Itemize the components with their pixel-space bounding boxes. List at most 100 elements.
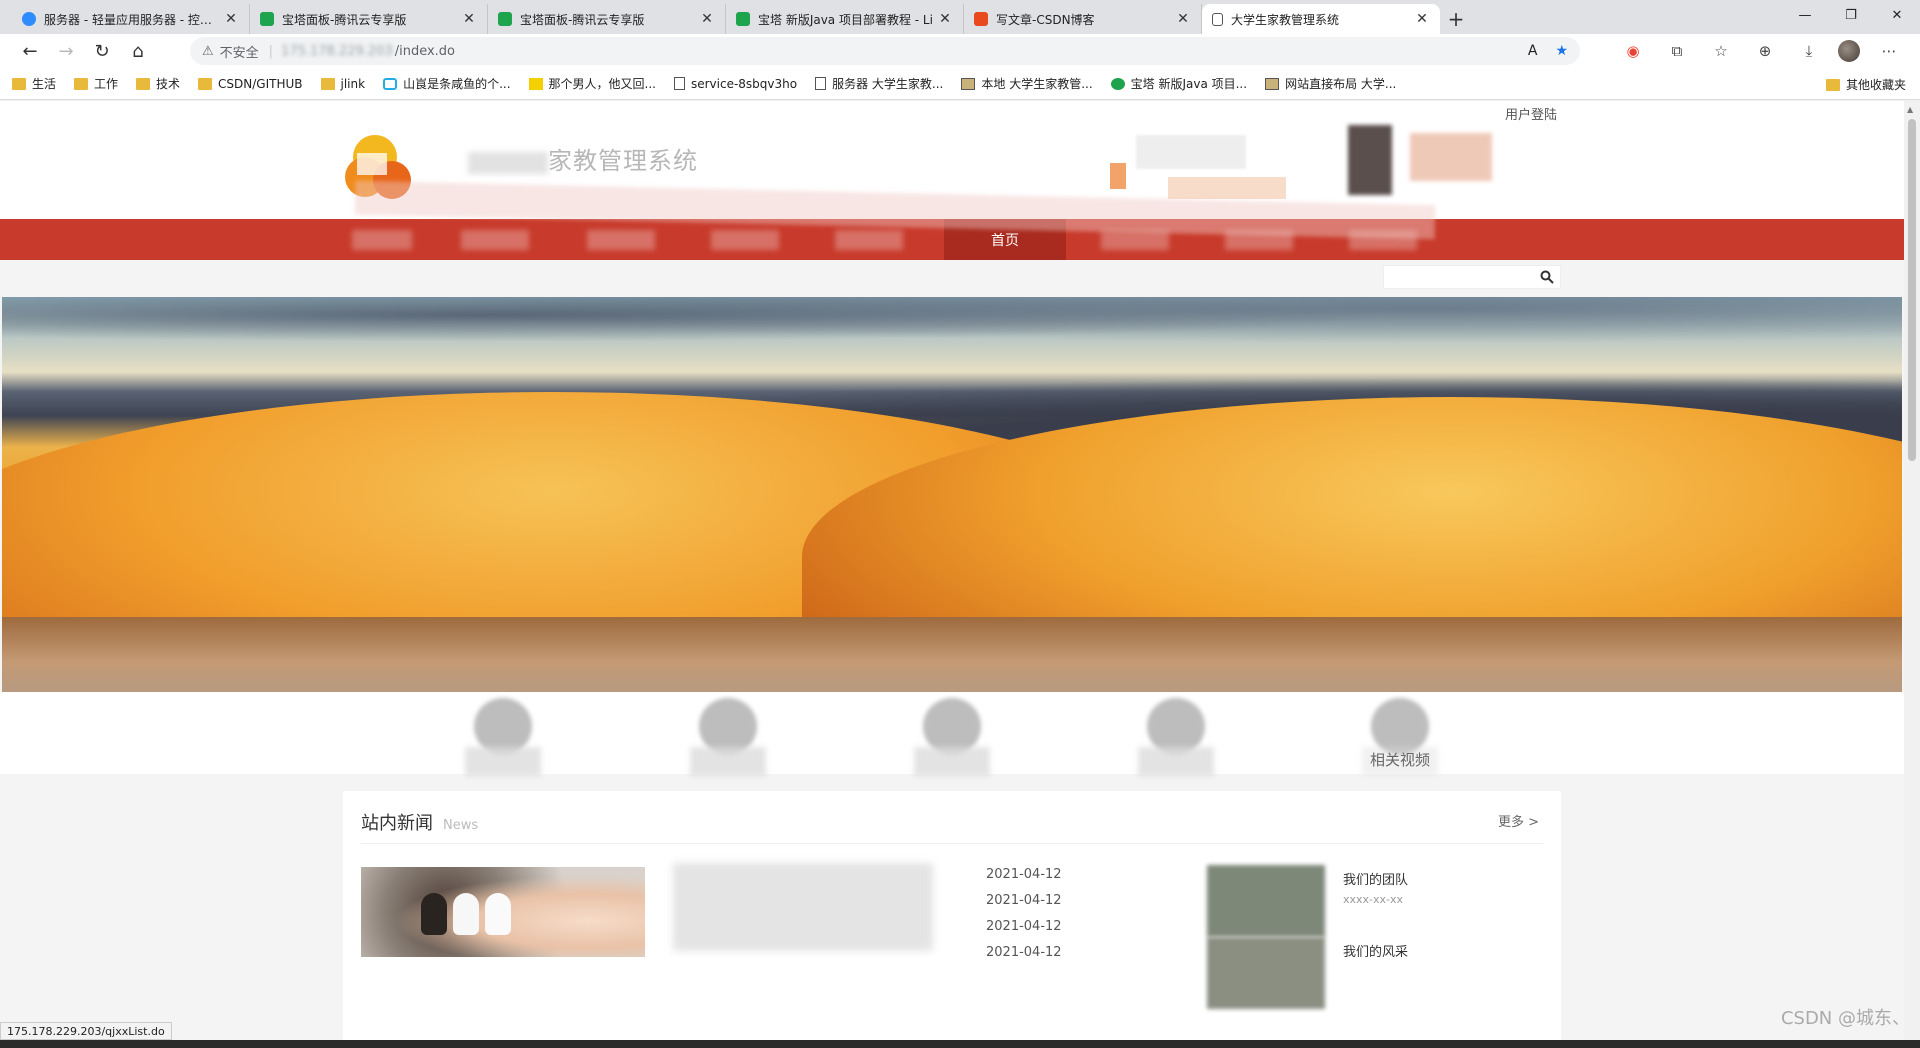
reload-icon[interactable]: ↻ xyxy=(84,36,120,66)
close-window-button[interactable]: ✕ xyxy=(1874,0,1920,30)
warning-icon[interactable]: ⚠ xyxy=(202,44,214,59)
browser-tab[interactable]: 宝塔面板-腾讯云专享版 ✕ xyxy=(250,4,488,34)
new-tab-button[interactable]: + xyxy=(1440,4,1472,34)
bookmark-item[interactable]: 宝塔 新版Java 项目... xyxy=(1110,75,1247,92)
search-icon[interactable] xyxy=(1538,268,1556,286)
hero-banner[interactable] xyxy=(2,297,1902,692)
download-icon[interactable]: ⤓ xyxy=(1794,37,1824,65)
bookmark-label: 工作 xyxy=(94,77,119,91)
feature-link[interactable] xyxy=(1136,698,1216,776)
site-header: 用户登陆 家教管理系统 xyxy=(0,101,1904,219)
list-item[interactable]: 我们的团队 xxxx-xx-xx xyxy=(1207,865,1547,937)
scrollbar[interactable]: ▲ xyxy=(1904,101,1920,1040)
extension-icon[interactable]: ◉ xyxy=(1618,37,1648,65)
restore-button[interactable]: ❐ xyxy=(1828,0,1874,30)
nav-item[interactable] xyxy=(1340,219,1426,260)
news-date-list: 2021-04-12 2021-04-12 2021-04-12 2021-04… xyxy=(986,867,1062,965)
extensions-icon[interactable]: ⧉ xyxy=(1662,37,1692,65)
minimize-button[interactable]: — xyxy=(1782,0,1828,30)
thumbnail[interactable] xyxy=(1207,865,1325,937)
bookmark-item[interactable]: 工作 xyxy=(74,75,118,92)
nav-item-home[interactable]: 首页 xyxy=(944,219,1066,260)
divider: | xyxy=(268,43,274,59)
thumbnail[interactable] xyxy=(1207,937,1325,1009)
nav-item[interactable] xyxy=(702,219,788,260)
news-date: 2021-04-12 xyxy=(986,893,1062,908)
browser-tab[interactable]: 服务器 - 轻量应用服务器 - 控制台 ✕ xyxy=(12,4,250,34)
browser-tab-active[interactable]: 大学生家教管理系统 ✕ xyxy=(1202,4,1440,34)
nav-item[interactable] xyxy=(578,219,664,260)
close-tab-icon[interactable]: ✕ xyxy=(461,11,477,27)
browser-tab[interactable]: 宝塔面板-腾讯云专享版 ✕ xyxy=(488,4,726,34)
favorite-star-icon[interactable]: ★ xyxy=(1555,43,1568,59)
read-aloud-icon[interactable]: A xyxy=(1528,43,1538,59)
folder-icon xyxy=(136,77,151,90)
list-item-title[interactable]: 我们的风采 xyxy=(1343,941,1408,960)
collections-icon[interactable]: ⊕ xyxy=(1750,37,1780,65)
folder-icon xyxy=(198,77,213,90)
nav-item[interactable] xyxy=(1092,219,1178,260)
login-link[interactable]: 用户登陆 xyxy=(1505,104,1557,123)
home-icon[interactable]: ⌂ xyxy=(120,36,156,66)
search-input[interactable] xyxy=(1384,266,1534,288)
scroll-up-icon[interactable]: ▲ xyxy=(1907,105,1913,114)
bookmark-item[interactable]: jlink xyxy=(320,77,365,91)
bookmark-item[interactable]: 本地 大学生家教管... xyxy=(961,75,1093,92)
omnibox-icons: A ★ xyxy=(1528,43,1568,59)
status-bar-url: 175.178.229.203/qjxxList.do xyxy=(0,1022,172,1040)
divider xyxy=(361,843,1543,844)
site-icon xyxy=(528,77,543,90)
favorites-icon[interactable]: ☆ xyxy=(1706,37,1736,65)
bookmark-label: 山峎是条咸鱼的个... xyxy=(403,77,511,91)
bookmark-item[interactable]: 服务器 大学生家教... xyxy=(815,75,943,92)
security-label[interactable]: 不安全 xyxy=(220,42,259,61)
back-icon[interactable]: ← xyxy=(12,36,48,66)
other-bookmarks[interactable]: 其他收藏夹 xyxy=(1825,76,1906,93)
nav-item[interactable] xyxy=(452,219,538,260)
news-date: 2021-04-12 xyxy=(986,867,1062,882)
close-tab-icon[interactable]: ✕ xyxy=(223,11,239,27)
feature-link[interactable] xyxy=(912,698,992,776)
site-logo[interactable] xyxy=(343,131,423,207)
bilibili-icon xyxy=(383,77,398,90)
list-item[interactable]: 我们的风采 xyxy=(1207,937,1547,1009)
close-tab-icon[interactable]: ✕ xyxy=(1175,11,1191,27)
feature-link-videos[interactable]: 相关视频 xyxy=(1360,698,1440,776)
nav-item[interactable] xyxy=(1216,219,1302,260)
nav-item[interactable] xyxy=(352,219,412,260)
news-side-list: 我们的团队 xxxx-xx-xx 我们的风采 xyxy=(1207,865,1547,1009)
cloud-icon xyxy=(22,12,36,26)
feature-link[interactable] xyxy=(463,698,543,776)
bookmark-item[interactable]: CSDN/GITHUB xyxy=(198,76,303,91)
address-bar[interactable]: ⚠ 不安全 | 175.178.229.203 /index.do A ★ xyxy=(190,37,1580,65)
forward-icon[interactable]: → xyxy=(48,36,84,66)
image-icon xyxy=(961,77,976,90)
feature-links: 相关视频 xyxy=(0,692,1904,776)
browser-tab[interactable]: 写文章-CSDN博客 ✕ xyxy=(964,4,1202,34)
close-tab-icon[interactable]: ✕ xyxy=(699,11,715,27)
scrollbar-thumb[interactable] xyxy=(1908,119,1916,461)
news-date: 2021-04-12 xyxy=(986,919,1062,934)
bookmark-item[interactable]: 技术 xyxy=(136,75,180,92)
profile-avatar[interactable] xyxy=(1838,40,1860,62)
close-tab-icon[interactable]: ✕ xyxy=(937,11,953,27)
bookmark-item[interactable]: 生活 xyxy=(12,75,56,92)
bookmark-label: CSDN/GITHUB xyxy=(218,76,303,91)
list-item-title[interactable]: 我们的团队 xyxy=(1343,869,1408,888)
bookmark-item[interactable]: 山峎是条咸鱼的个... xyxy=(383,75,511,92)
news-image[interactable] xyxy=(361,867,645,957)
feature-link[interactable] xyxy=(688,698,768,776)
bookmark-item[interactable]: 网站直接布局 大学... xyxy=(1265,75,1396,92)
page-icon xyxy=(673,77,685,90)
redacted-text xyxy=(468,151,548,174)
news-more-link[interactable]: 更多 > xyxy=(1498,811,1539,830)
bookmark-item[interactable]: service-8sbqv3ho xyxy=(673,77,797,91)
more-menu-icon[interactable]: ⋯ xyxy=(1874,37,1904,65)
site-title: 家教管理系统 xyxy=(468,141,698,176)
bookmark-item[interactable]: 那个男人，他又回... xyxy=(528,75,656,92)
nav-item[interactable] xyxy=(826,219,912,260)
shield-icon xyxy=(498,12,512,26)
close-tab-icon[interactable]: ✕ xyxy=(1414,11,1430,27)
bookmark-label: 本地 大学生家教管... xyxy=(981,77,1093,91)
browser-tab[interactable]: 宝塔 新版Java 项目部署教程 - Li ✕ xyxy=(726,4,964,34)
